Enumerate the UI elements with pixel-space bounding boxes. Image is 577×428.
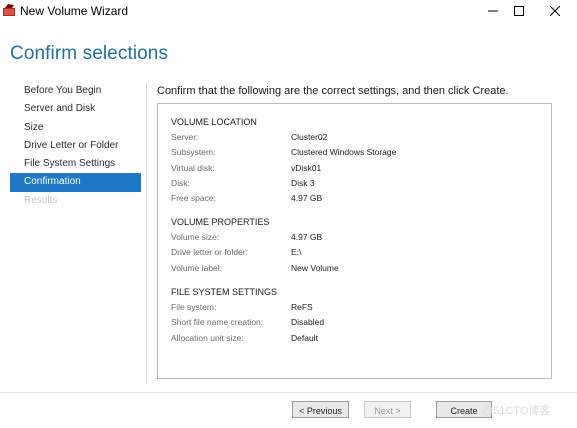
row-value: 4.97 GB (291, 232, 323, 242)
summary-row: Allocation unit size: Default (171, 331, 318, 346)
wizard-step-nav: Before You Begin Server and Disk Size Dr… (10, 82, 141, 210)
section-volume-location: VOLUME LOCATION Server: Cluster02 Subsyst… (171, 114, 396, 206)
summary-row: Volume size: 4.97 GB (171, 230, 322, 245)
maximize-button[interactable] (502, 0, 536, 22)
row-label: Free space: (171, 193, 216, 204)
row-value: Clustered Windows Storage (291, 147, 397, 158)
row-value: 4.97 GB (291, 193, 323, 204)
previous-button[interactable]: < Previous (292, 401, 349, 418)
nav-item-confirmation[interactable]: Confirmation (10, 173, 141, 192)
row-label: Drive letter or folder: (171, 247, 248, 258)
summary-row: Virtual disk: vDisk01 (171, 161, 321, 176)
next-button: Next > (364, 401, 411, 418)
row-value: New Volume (291, 262, 339, 273)
row-label: Short file name creation: (171, 317, 264, 328)
watermark: @51CTO博客 (482, 405, 551, 417)
nav-item-file-system-settings[interactable]: File System Settings (10, 155, 141, 173)
row-value: Disk 3 (291, 177, 315, 188)
summary-row: Free space: 4.97 GB (171, 191, 322, 206)
window-title: New Volume Wizard (20, 4, 129, 18)
settings-summary-panel: VOLUME LOCATION Server: Cluster02 Subsyst… (157, 103, 552, 379)
summary-row: Volume label: New Volume (171, 261, 339, 276)
row-value: E:\ (291, 247, 302, 258)
summary-row: Short file name creation: Disabled (171, 315, 324, 330)
footer-divider (0, 392, 577, 393)
nav-item-size[interactable]: Size (10, 119, 141, 137)
section-volume-properties: VOLUME PROPERTIES Volume size: 4.97 GB Dr… (171, 214, 339, 276)
summary-row: Drive letter or folder: E:\ (171, 245, 301, 260)
wizard-app-icon (2, 3, 16, 17)
row-value: Default (291, 332, 318, 343)
wizard-body: Before You Begin Server and Disk Size Dr… (0, 82, 577, 392)
maximize-icon (514, 6, 524, 16)
nav-item-results: Results (24, 194, 58, 206)
summary-row: Subsystem: Clustered Windows Storage (171, 145, 396, 160)
row-value: Disabled (291, 317, 325, 328)
close-icon (550, 6, 560, 16)
row-label: File system: (171, 302, 217, 312)
nav-item-server-and-disk[interactable]: Server and Disk (10, 100, 141, 118)
minimize-icon (488, 10, 498, 12)
section-file-system-settings: FILE SYSTEM SETTINGS File system: ReFS Sh… (171, 284, 324, 346)
nav-item-before-you-begin[interactable]: Before You Begin (10, 82, 141, 100)
nav-item-drive-letter[interactable]: Drive Letter or Folder (10, 137, 141, 155)
row-label: Volume size: (171, 232, 220, 242)
nav-divider (146, 83, 147, 383)
page-title: Confirm selections (10, 43, 169, 64)
row-label: Server: (171, 132, 199, 142)
row-label: Disk: (171, 177, 190, 188)
row-label: Allocation unit size: (171, 332, 244, 343)
row-value: vDisk01 (291, 162, 322, 173)
close-button[interactable] (538, 0, 572, 22)
summary-row: File system: ReFS (171, 300, 313, 315)
instruction-text: Confirm that the following are the corre… (157, 85, 509, 97)
summary-row: Disk: Disk 3 (171, 176, 315, 191)
row-label: Virtual disk: (171, 162, 215, 173)
row-value: Cluster02 (291, 132, 328, 142)
summary-row: Server: Cluster02 (171, 130, 327, 145)
row-value: ReFS (291, 302, 313, 312)
row-label: Subsystem: (171, 147, 216, 158)
section-heading: VOLUME PROPERTIES (171, 217, 270, 227)
section-heading: VOLUME LOCATION (171, 117, 257, 127)
section-heading: FILE SYSTEM SETTINGS (171, 287, 278, 297)
row-label: Volume label: (171, 262, 223, 273)
title-bar: New Volume Wizard (0, 0, 577, 22)
